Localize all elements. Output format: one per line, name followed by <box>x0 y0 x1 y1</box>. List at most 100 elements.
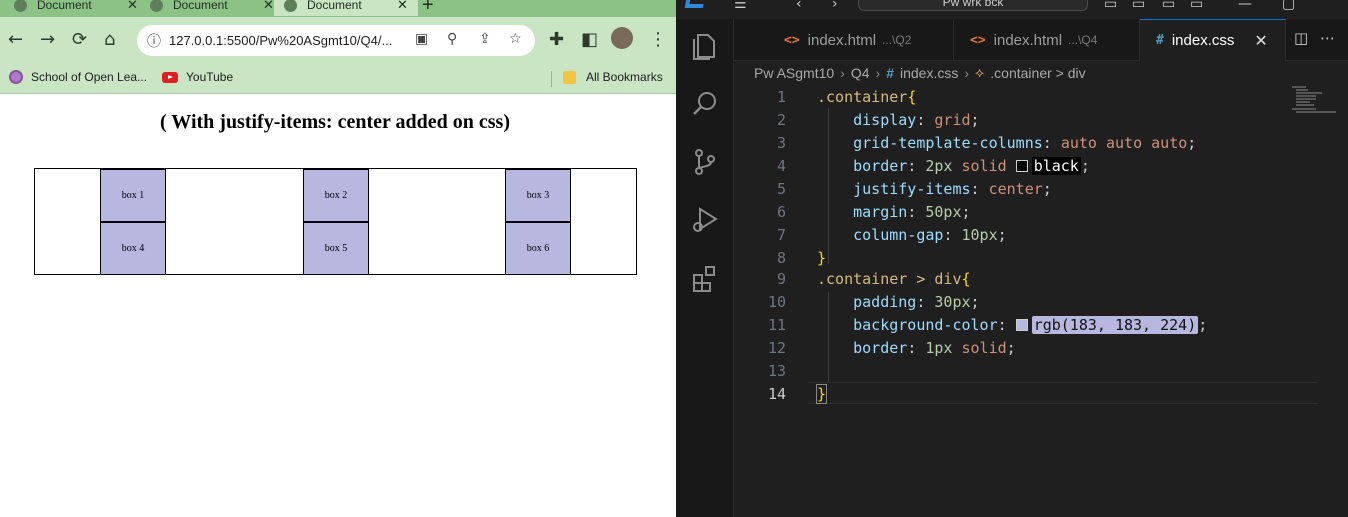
close-tab-icon[interactable]: ✕ <box>397 0 408 13</box>
code-line: margin: 50px; <box>853 203 971 221</box>
bookmark-star-icon[interactable]: ☆ <box>509 31 522 47</box>
browser-tab[interactable]: Document ✕ <box>150 0 274 16</box>
close-tab-icon[interactable]: ✕ <box>1254 31 1267 51</box>
vscode-titlebar: ☰ ‹ › Pw wrk bck ▭ ▭ ▭ ▭ — ▢ <box>676 0 1348 19</box>
source-control-icon[interactable] <box>690 147 720 177</box>
layout-icon[interactable]: ▭ <box>1162 0 1175 12</box>
breadcrumb-symbol[interactable]: .container > div <box>990 65 1085 81</box>
breadcrumb-subfolder[interactable]: Q4 <box>851 65 870 81</box>
line-number: 9 <box>776 270 786 288</box>
breadcrumb: Pw ASgmt10 › Q4 › # index.css › ⟡ .conta… <box>754 64 1086 81</box>
new-tab-button[interactable]: + <box>422 0 434 17</box>
menu-kebab-icon[interactable]: ⋮ <box>649 29 667 50</box>
split-editor-icon[interactable]: ◫ <box>1294 29 1308 47</box>
editor-tab-name: index.css <box>1171 32 1235 49</box>
code-line: grid-template-columns: auto auto auto; <box>853 134 1197 152</box>
chevron-right-icon: › <box>964 64 970 81</box>
run-debug-icon[interactable] <box>690 205 720 235</box>
vscode-logo-icon <box>684 0 706 8</box>
editor-tab-name: index.html <box>993 31 1063 49</box>
chevron-right-icon: › <box>875 64 881 81</box>
zoom-icon[interactable]: ⚲ <box>447 31 457 47</box>
current-line-highlight <box>808 382 1318 404</box>
code-line: border: 1px solid; <box>853 339 1016 357</box>
explorer-files-icon[interactable] <box>690 31 720 61</box>
profile-avatar[interactable] <box>611 27 633 49</box>
code-line: .container{ <box>817 88 917 106</box>
code-editor[interactable]: 1 2 3 4 5 6 7 8 9 10 11 12 13 14 .contai… <box>734 86 1348 517</box>
search-icon[interactable] <box>690 89 720 119</box>
globe-icon <box>284 0 297 12</box>
side-panel-icon[interactable]: ◧ <box>581 29 598 50</box>
forward-arrow-icon[interactable]: → <box>40 29 55 50</box>
bookmark-label: School of Open Lea... <box>31 70 148 84</box>
editor-tab-path: ...\Q2 <box>882 33 912 47</box>
tab-title: Document <box>173 0 228 12</box>
breadcrumb-file[interactable]: index.css <box>900 65 958 81</box>
translate-icon[interactable]: ▣ <box>415 31 428 47</box>
editor-tab-active[interactable]: # index.css ✕ <box>1140 19 1286 61</box>
url-text[interactable]: 127.0.0.1:5500/Pw%20ASgmt10/Q4/... <box>169 33 392 48</box>
color-swatch[interactable] <box>1015 319 1028 331</box>
code-line: padding: 30px; <box>853 293 980 311</box>
line-number-current: 14 <box>767 385 786 403</box>
line-number: 12 <box>767 339 786 357</box>
code-line: border: 2px solid black; <box>853 157 1090 175</box>
code-line: justify-items: center; <box>853 180 1052 198</box>
browser-tab[interactable]: Document ✕ <box>14 0 138 16</box>
breadcrumb-folder[interactable]: Pw ASgmt10 <box>754 65 834 81</box>
more-actions-icon[interactable]: ⋯ <box>1320 29 1335 47</box>
nav-back-icon[interactable]: ‹ <box>796 0 802 12</box>
bookmarks-divider <box>551 71 552 87</box>
code-line: column-gap: 10px; <box>853 226 1007 244</box>
layout-icon[interactable]: ▭ <box>1190 0 1203 12</box>
code-line: background-color: rgb(183, 183, 224); <box>853 316 1208 334</box>
minimize-icon[interactable]: — <box>1238 0 1252 12</box>
line-number: 3 <box>776 134 786 152</box>
minimap[interactable] <box>1292 86 1336 116</box>
site-info-icon[interactable]: ⓘ <box>147 31 161 51</box>
all-bookmarks-label: All Bookmarks <box>586 70 663 84</box>
back-arrow-icon[interactable]: ← <box>8 29 23 50</box>
line-number: 8 <box>776 249 786 267</box>
bookmark-school[interactable]: School of Open Lea... <box>9 70 147 84</box>
line-number: 13 <box>767 362 786 380</box>
close-tab-icon[interactable]: ✕ <box>263 0 274 13</box>
grid-box: box 1 <box>100 169 166 222</box>
editor-tab-path: ...\Q4 <box>1068 33 1098 47</box>
line-number: 7 <box>776 226 786 244</box>
html-file-icon: <> <box>970 32 986 48</box>
maximize-icon[interactable]: ▢ <box>1282 0 1295 12</box>
line-number: 4 <box>776 157 786 175</box>
editor-tab[interactable]: <> index.html ...\Q2 <box>768 19 954 61</box>
grid-box: box 2 <box>303 169 369 222</box>
extensions-icon[interactable] <box>690 263 720 293</box>
command-center[interactable]: Pw wrk bck <box>858 0 1088 11</box>
tab-title: Document <box>307 0 362 12</box>
page-title: ( With justify-items: center added on cs… <box>160 111 510 133</box>
grid-box: box 4 <box>100 222 166 275</box>
home-icon[interactable]: ⌂ <box>104 29 115 50</box>
layout-icon[interactable]: ▭ <box>1104 0 1117 12</box>
bookmark-youtube[interactable]: YouTube <box>162 70 233 84</box>
color-swatch[interactable] <box>1015 160 1028 172</box>
browser-tab-active[interactable]: Document ✕ <box>274 0 418 16</box>
selector-symbol-icon: ⟡ <box>975 64 985 80</box>
editor-tab-name: index.html <box>807 31 877 49</box>
reload-icon[interactable]: ⟳ <box>72 29 87 50</box>
globe-icon <box>14 0 27 12</box>
share-icon[interactable]: ⇪ <box>479 31 491 47</box>
editor-tab-bar: <> index.html ...\Q2 <> index.html ...\Q… <box>734 19 1348 61</box>
close-tab-icon[interactable]: ✕ <box>127 0 138 13</box>
address-bar[interactable]: ⓘ 127.0.0.1:5500/Pw%20ASgmt10/Q4/... ▣ ⚲… <box>137 25 535 56</box>
all-bookmarks-button[interactable]: All Bookmarks <box>563 70 663 84</box>
editor-tab[interactable]: <> index.html ...\Q4 <box>954 19 1140 61</box>
extensions-puzzle-icon[interactable]: ✚ <box>549 29 564 50</box>
line-number: 1 <box>776 88 786 106</box>
nav-forward-icon[interactable]: › <box>832 0 838 12</box>
menu-icon[interactable]: ☰ <box>734 0 747 12</box>
layout-icon[interactable]: ▭ <box>1132 0 1145 12</box>
line-number: 11 <box>767 316 786 334</box>
code-line: .container > div{ <box>817 270 971 288</box>
css-file-icon: # <box>886 64 894 81</box>
